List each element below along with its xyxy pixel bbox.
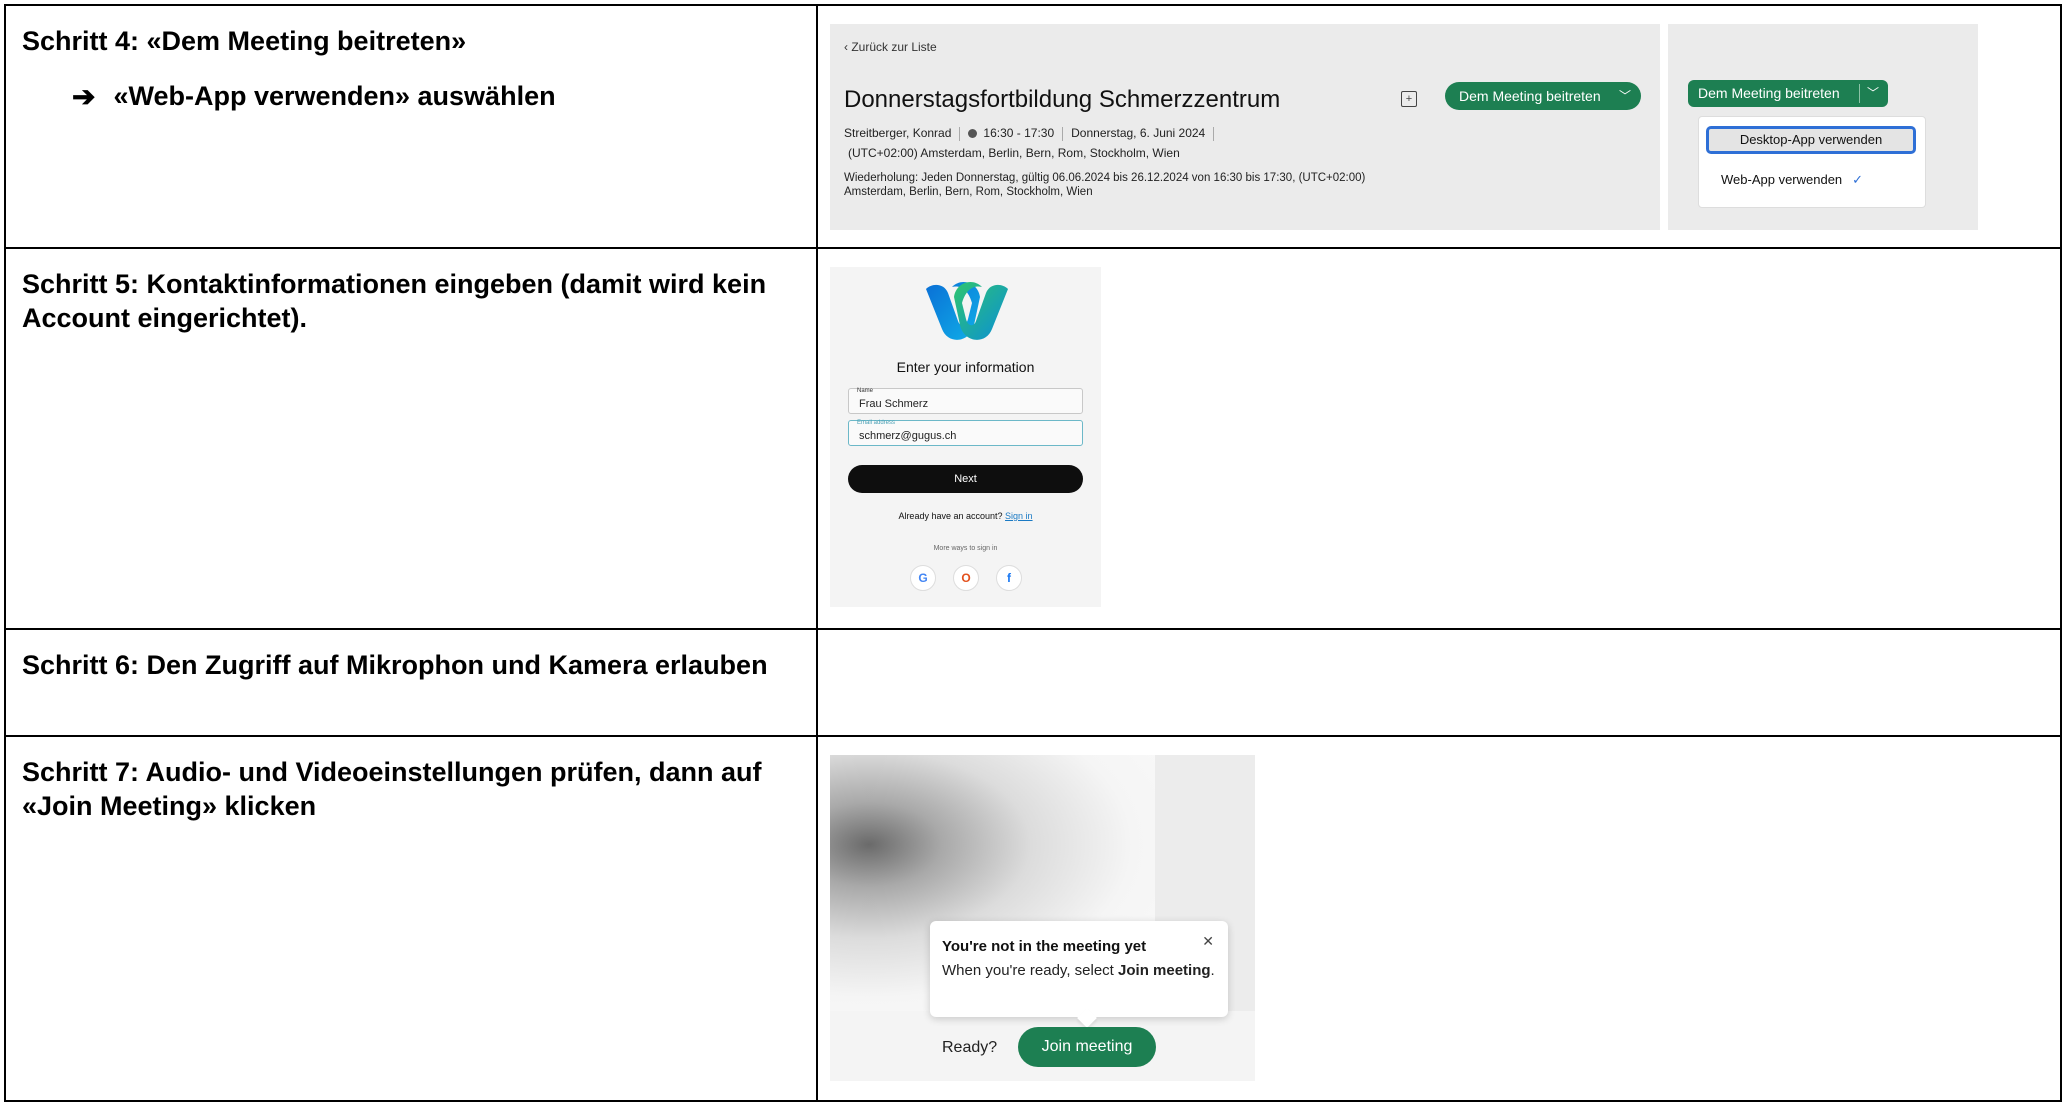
tooltip-title: You're not in the meeting yet bbox=[942, 938, 1147, 955]
web-app-label: Web-App verwenden bbox=[1721, 172, 1843, 187]
step4-image-cell: ‹ Zurück zur Liste Donnerstagsfortbildun… bbox=[816, 4, 2062, 249]
sign-in-link[interactable]: Sign in bbox=[1005, 511, 1033, 521]
step4-instruction: ➔ «Web-App verwenden» auswählen bbox=[6, 58, 816, 113]
join-meeting-screenshot: You're not in the meeting yet When you'r… bbox=[830, 755, 1255, 1081]
arrow-icon: ➔ bbox=[72, 81, 96, 112]
meeting-detail-screenshot: ‹ Zurück zur Liste Donnerstagsfortbildun… bbox=[830, 24, 1660, 230]
step6-text-cell: Schritt 6: Den Zugriff auf Mikrophon und… bbox=[4, 628, 818, 737]
email-value: schmerz@gugus.ch bbox=[859, 430, 957, 442]
join-dropdown-screenshot: Dem Meeting beitreten ﹀ Desktop-App verw… bbox=[1668, 24, 1978, 230]
join-meeting-split-button[interactable]: Dem Meeting beitreten ﹀ bbox=[1688, 80, 1888, 107]
next-button[interactable]: Next bbox=[848, 465, 1083, 493]
step4-title: Schritt 4: «Dem Meeting beitreten» bbox=[22, 26, 467, 56]
ready-label: Ready? bbox=[942, 1039, 998, 1056]
meeting-recurrence-1: Wiederholung: Jeden Donnerstag, gültig 0… bbox=[844, 172, 1366, 184]
web-app-option[interactable]: Web-App verwenden ✓ bbox=[1721, 172, 1863, 188]
join-meeting-label: Dem Meeting beitreten bbox=[1459, 88, 1601, 104]
organizer: Streitberger, Konrad bbox=[844, 126, 952, 140]
meeting-time: 16:30 - 17:30 bbox=[983, 126, 1055, 140]
name-field[interactable]: Name Frau Schmerz bbox=[848, 388, 1083, 414]
meeting-date: Donnerstag, 6. Juni 2024 bbox=[1071, 126, 1206, 140]
join-options-menu: Desktop-App verwenden Web-App verwenden ✓ bbox=[1698, 116, 1926, 208]
step7-title: Schritt 7: Audio- und Videoeinstellungen… bbox=[22, 757, 762, 821]
step4-text-cell: Schritt 4: «Dem Meeting beitreten» ➔ «We… bbox=[4, 4, 818, 249]
email-label: Email address bbox=[857, 420, 896, 426]
step5-title: Schritt 5: Kontaktinformationen eingeben… bbox=[22, 269, 767, 333]
meeting-title: Donnerstagsfortbildung Schmerzzentrum bbox=[844, 86, 1281, 113]
instruction-table: Schritt 4: «Dem Meeting beitreten» ➔ «We… bbox=[4, 4, 2062, 1102]
not-in-meeting-tooltip: You're not in the meeting yet When you'r… bbox=[930, 921, 1228, 1028]
desktop-app-option[interactable]: Desktop-App verwenden bbox=[1706, 126, 1916, 154]
form-heading: Enter your information bbox=[896, 359, 1035, 375]
step7-image-cell: You're not in the meeting yet When you'r… bbox=[816, 735, 2062, 1102]
office-icon[interactable]: O bbox=[953, 565, 979, 591]
account-prompt: Already have an account? Sign in bbox=[830, 511, 1101, 521]
tooltip-body: When you're ready, select Join meeting. bbox=[942, 962, 1215, 979]
close-icon[interactable]: ✕ bbox=[1202, 929, 1214, 953]
name-label: Name bbox=[857, 388, 874, 394]
google-icon[interactable]: G bbox=[910, 565, 936, 591]
step6-image-cell bbox=[816, 628, 2062, 737]
email-field[interactable]: Email address schmerz@gugus.ch bbox=[848, 420, 1083, 446]
join-meeting-label: Dem Meeting beitreten bbox=[1698, 85, 1840, 101]
step6-title: Schritt 6: Den Zugriff auf Mikrophon und… bbox=[22, 650, 768, 680]
step4-sub-text: «Web-App verwenden» auswählen bbox=[113, 81, 556, 111]
back-to-list-link[interactable]: ‹ Zurück zur Liste bbox=[844, 40, 937, 54]
webex-logo-icon bbox=[926, 282, 1008, 340]
login-screenshot: Enter your information Name Frau Schmerz… bbox=[830, 267, 1101, 607]
more-ways-text: More ways to sign in bbox=[933, 545, 998, 552]
step5-text-cell: Schritt 5: Kontaktinformationen eingeben… bbox=[4, 247, 818, 630]
join-meeting-button[interactable]: Dem Meeting beitreten ﹀ bbox=[1445, 82, 1641, 110]
meeting-meta: Streitberger, Konrad 16:30 - 17:30 Donners… bbox=[844, 126, 1222, 141]
step5-image-cell: Enter your information Name Frau Schmerz… bbox=[816, 247, 2062, 630]
chevron-down-icon[interactable]: ﹀ bbox=[1867, 80, 1879, 107]
join-meeting-button[interactable]: Join meeting bbox=[1018, 1027, 1156, 1067]
meeting-recurrence-2: Amsterdam, Berlin, Bern, Rom, Stockholm,… bbox=[844, 186, 1093, 198]
checkmark-icon: ✓ bbox=[1852, 172, 1864, 187]
meeting-timezone: (UTC+02:00) Amsterdam, Berlin, Bern, Rom… bbox=[848, 146, 1180, 160]
add-calendar-icon[interactable]: + bbox=[1401, 91, 1417, 107]
chevron-down-icon: ﹀ bbox=[1618, 89, 1631, 103]
name-value: Frau Schmerz bbox=[859, 398, 929, 410]
status-dot-icon bbox=[968, 129, 978, 139]
step7-text-cell: Schritt 7: Audio- und Videoeinstellungen… bbox=[4, 735, 818, 1102]
already-text: Already have an account? bbox=[898, 511, 1003, 521]
facebook-icon[interactable]: f bbox=[996, 565, 1022, 591]
